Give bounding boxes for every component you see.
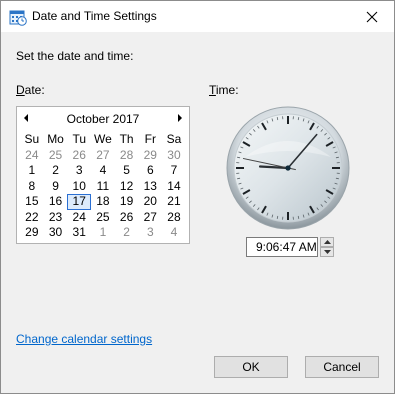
instruction-text: Set the date and time: [16,49,134,63]
calendar-day[interactable]: 3 [138,225,162,241]
analog-clock [225,105,351,231]
calendar-day[interactable]: 30 [162,148,186,164]
calendar-day[interactable]: 26 [115,210,139,226]
calendar-day[interactable]: 28 [162,210,186,226]
calendar-day[interactable]: 9 [44,179,68,195]
calendar-day[interactable]: 1 [20,163,44,179]
calendar-day[interactable]: 4 [91,163,115,179]
time-input[interactable]: 9:06:47 AM [246,237,318,257]
calendar-month-title[interactable]: October 2017 [17,112,189,126]
next-month-arrow-icon[interactable] [175,112,185,124]
cancel-button[interactable]: Cancel [305,356,379,378]
calendar-day[interactable]: 3 [67,163,91,179]
chevron-down-icon [323,250,331,254]
weekday-header: Sa [166,132,182,146]
weekday-header: We [94,132,112,146]
weekday-header: Th [119,132,134,146]
calendar-day[interactable]: 23 [44,210,68,226]
calendar-day[interactable]: 26 [67,148,91,164]
calendar-week-row: 8 9 10 11 12 13 14 [20,179,186,195]
weekday-header: Fr [144,132,156,146]
calendar-day[interactable]: 19 [115,194,139,210]
calendar-weekday-row: Su Mo Tu We Th Fr Sa [20,132,186,148]
calendar-week-row: 15 16 17 18 19 20 21 [20,194,186,210]
calendar-day[interactable]: 30 [44,225,68,241]
calendar-day[interactable]: 27 [138,210,162,226]
calendar-day[interactable]: 4 [162,225,186,241]
title-bar: Date and Time Settings [1,1,394,32]
calendar-day[interactable]: 1 [91,225,115,241]
calendar-day[interactable]: 29 [138,148,162,164]
close-icon [366,11,378,22]
calendar-day[interactable]: 18 [91,194,115,210]
calendar-day[interactable]: 10 [67,179,91,195]
calendar-grid: Su Mo Tu We Th Fr Sa 24 25 26 27 28 29 30 1 2 3 4 5 6 7 8 9 10 1… [20,132,186,241]
calendar-day[interactable]: 7 [162,163,186,179]
calendar-day[interactable]: 6 [138,163,162,179]
calendar-day[interactable]: 22 [20,210,44,226]
change-calendar-settings-link[interactable]: Change calendar settings [16,332,152,346]
calendar-week-row: 22 23 24 25 26 27 28 [20,210,186,226]
clock-face [226,106,350,230]
weekday-header: Mo [47,132,64,146]
window-title: Date and Time Settings [32,9,157,23]
calendar-day[interactable]: 2 [44,163,68,179]
date-time-settings-window: Date and Time Settings Set the date and … [0,0,395,394]
calendar-day[interactable]: 24 [20,148,44,164]
calendar-day[interactable]: 11 [91,179,115,195]
calendar-day[interactable]: 15 [20,194,44,210]
ok-button[interactable]: OK [214,356,288,378]
calendar-day[interactable]: 21 [162,194,186,210]
time-up-button[interactable] [320,237,334,247]
calendar-day[interactable]: 12 [115,179,139,195]
time-label: Time: [209,83,239,97]
close-button[interactable] [350,1,394,32]
weekday-header: Su [24,132,40,146]
date-label: Date: [16,83,45,97]
calendar-day[interactable]: 2 [115,225,139,241]
calendar-day[interactable]: 31 [67,225,91,241]
calendar-day-selected[interactable]: 17 [67,194,92,210]
calendar-week-row: 29 30 31 1 2 3 4 [20,225,186,241]
weekday-header: Tu [72,132,86,146]
date-time-app-icon [9,10,27,26]
calendar-day[interactable]: 5 [115,163,139,179]
calendar-day[interactable]: 29 [20,225,44,241]
calendar-day[interactable]: 28 [115,148,139,164]
calendar-week-row: 24 25 26 27 28 29 30 [20,148,186,164]
calendar-header: October 2017 [17,107,189,129]
calendar-week-row: 1234567 [20,163,186,179]
chevron-up-icon [323,240,331,244]
calendar-day[interactable]: 14 [162,179,186,195]
time-spinner[interactable] [320,237,334,257]
calendar-day[interactable]: 25 [91,210,115,226]
calendar-day[interactable]: 20 [138,194,162,210]
calendar-day[interactable]: 8 [20,179,44,195]
clock-center-pin [285,165,291,171]
calendar-day[interactable]: 25 [44,148,68,164]
calendar[interactable]: October 2017 Su Mo Tu We Th Fr Sa 24 25 26 27 28 29 3… [16,106,190,244]
time-down-button[interactable] [320,247,334,257]
calendar-day[interactable]: 13 [138,179,162,195]
calendar-day[interactable]: 16 [44,194,68,210]
calendar-day[interactable]: 27 [91,148,115,164]
calendar-day[interactable]: 24 [67,210,91,226]
